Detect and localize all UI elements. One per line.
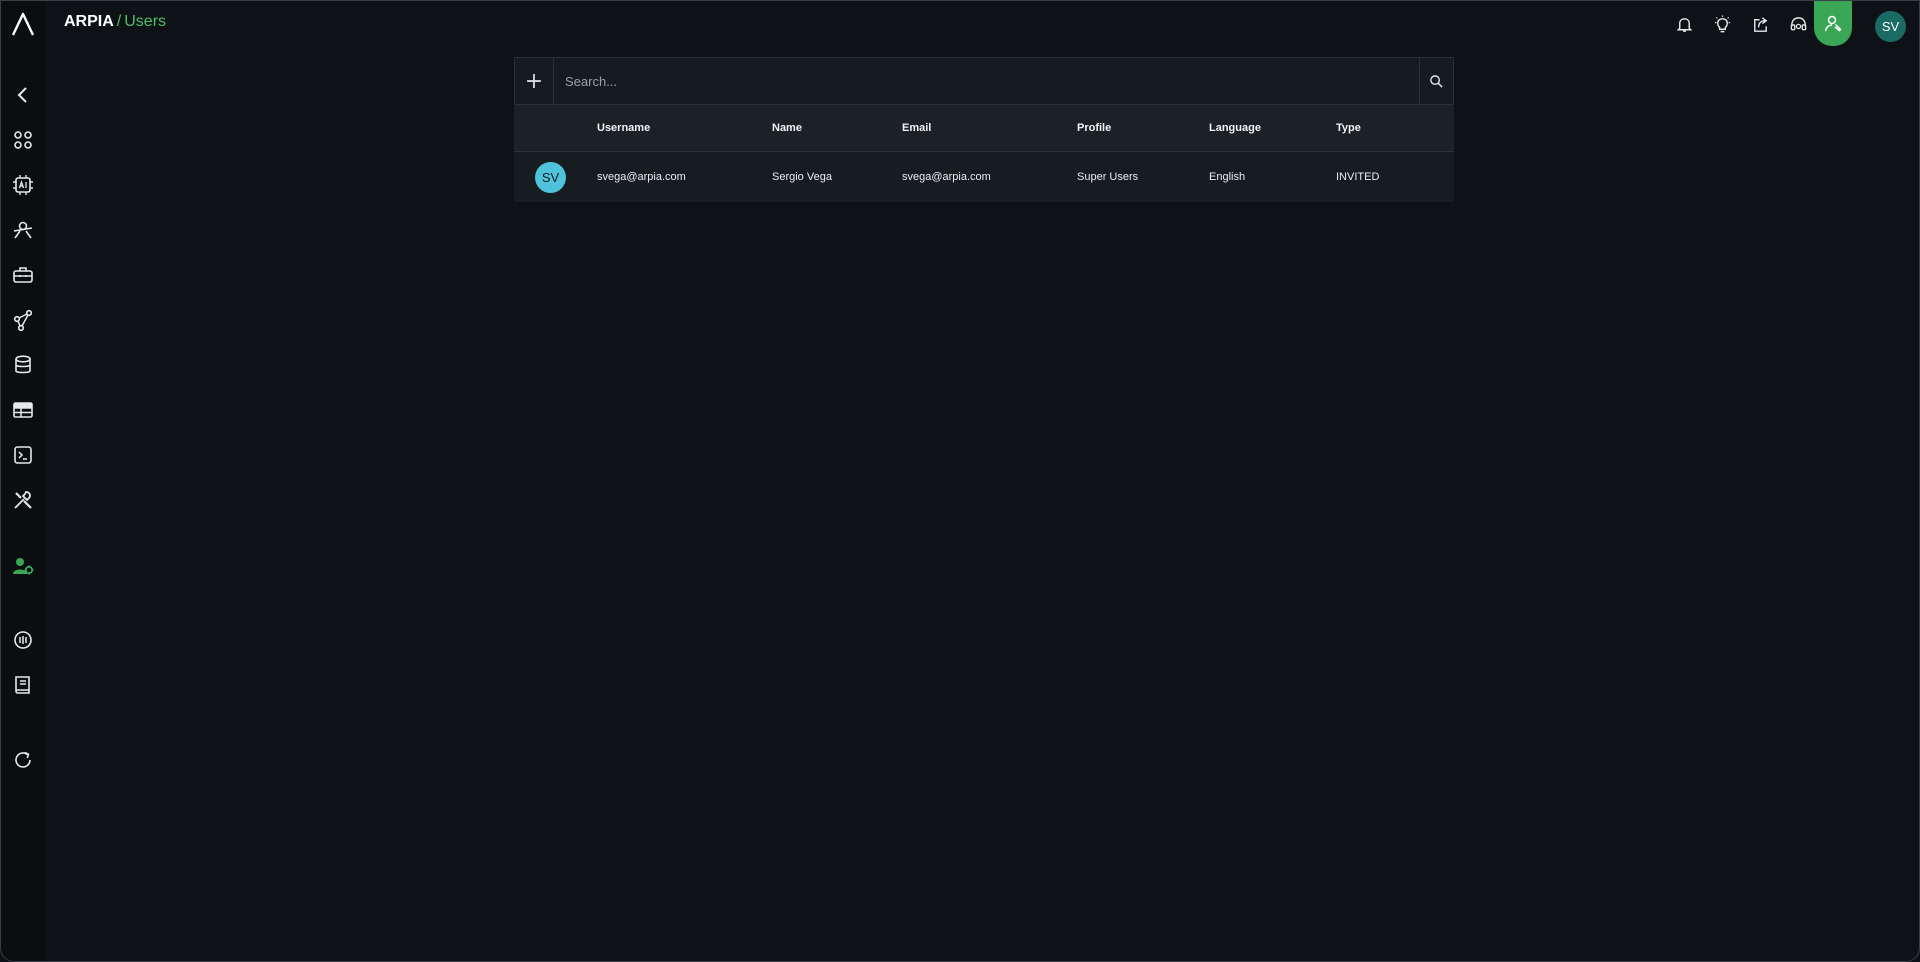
user-admin-icon [1824,15,1842,32]
sidebar-item-graph[interactable] [9,306,37,334]
breadcrumb-separator: / [116,13,122,30]
user-admin-button[interactable] [1814,1,1852,46]
support-headset-icon [1790,16,1806,30]
terminal-icon [14,446,32,464]
sidebar-item-toolbox[interactable] [9,261,37,289]
lightbulb-icon [1714,14,1730,32]
support-button[interactable] [1783,9,1813,39]
ai-chip-icon [13,175,33,195]
users-panel: + Username Name Email Profile [514,57,1454,202]
table-row[interactable]: SV svega@arpia.com Sergio Vega svega@arp… [514,152,1454,203]
breadcrumb-page: Users [124,13,167,30]
sidebar-item-ai[interactable] [9,171,37,199]
app-window: ARPIA / Users SV + Search... Username Na… [0,0,1920,962]
search-icon [1430,74,1443,88]
collapse-sidebar-button[interactable] [9,81,37,109]
sidebar-item-docs[interactable] [9,671,37,699]
cell-profile: Super Users [1077,171,1139,183]
notifications-button[interactable] [1669,9,1699,39]
apps-grid-icon [14,131,32,149]
toolbox-icon [13,267,33,283]
cell-type: INVITED [1336,171,1380,183]
sidebar-item-user-network[interactable] [9,216,37,244]
sidebar-item-tools[interactable] [9,486,37,514]
column-header-avatar [514,105,597,152]
users-table: Username Name Email Profile Language Typ… [514,105,1454,202]
sidebar-item-user-settings[interactable] [9,552,37,580]
share-button[interactable] [1745,9,1775,39]
user-settings-icon [13,558,34,575]
table-header-row: Username Name Email Profile Language Typ… [514,105,1454,152]
column-header-email[interactable]: Email [902,105,1077,152]
sidebar [1,1,45,961]
cell-language: English [1209,171,1246,183]
user-network-icon [13,221,33,239]
sidebar-item-tables[interactable] [9,396,37,424]
cell-avatar: SV [514,152,597,203]
search-bar: + [514,57,1454,105]
add-user-button[interactable]: + [515,58,554,104]
column-header-language[interactable]: Language [1209,105,1336,152]
row-avatar: SV [535,161,566,193]
graph-nodes-icon [13,309,33,331]
cell-username: svega@arpia.com [597,171,686,183]
ideas-button[interactable] [1707,9,1737,39]
tools-icon [14,491,32,509]
sidebar-item-database[interactable] [9,351,37,379]
column-header-name[interactable]: Name [772,105,902,152]
info-circle-icon [14,631,32,649]
sidebar-item-apps[interactable] [9,126,37,154]
user-avatar[interactable]: SV [1875,11,1906,42]
column-header-profile[interactable]: Profile [1077,105,1209,152]
cell-email: svega@arpia.com [902,171,991,183]
sidebar-item-refresh[interactable] [9,746,37,774]
share-icon [1753,16,1767,32]
database-icon [15,355,31,374]
arpia-logo[interactable] [10,11,36,37]
breadcrumb-app[interactable]: ARPIA [64,13,114,30]
sidebar-item-terminal[interactable] [9,441,37,469]
table-icon [13,402,33,418]
sidebar-item-info[interactable] [9,626,37,654]
book-icon [15,676,30,694]
cell-name: Sergio Vega [772,171,832,183]
search-button[interactable] [1419,58,1453,104]
chevron-left-icon [17,87,27,103]
breadcrumb: ARPIA / Users [64,13,166,31]
column-header-type[interactable]: Type [1336,105,1454,152]
search-input[interactable] [554,58,1419,104]
bell-icon [1676,17,1692,32]
column-header-username[interactable]: Username [597,105,772,152]
refresh-icon [15,751,31,768]
